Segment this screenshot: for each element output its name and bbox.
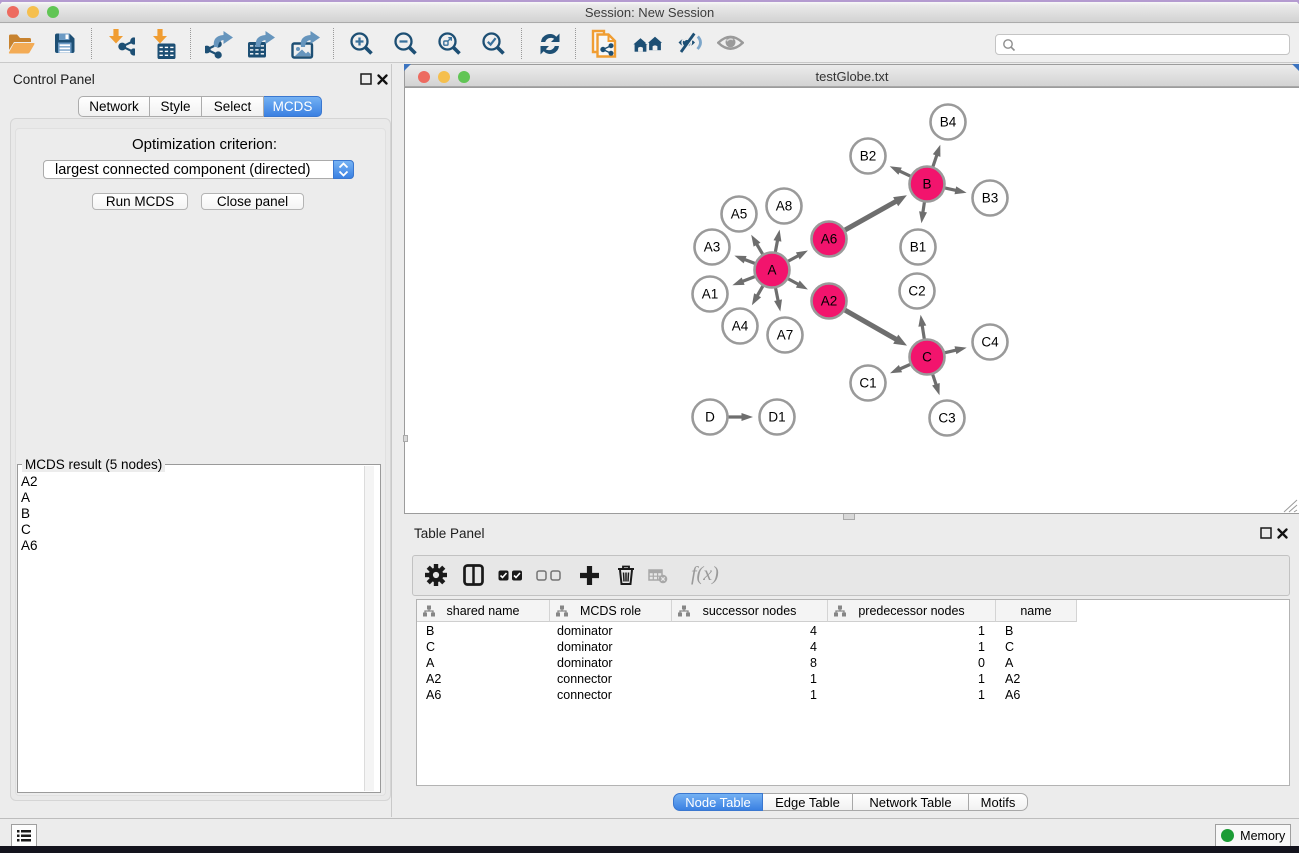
- svg-text:A7: A7: [777, 328, 794, 343]
- svg-text:C: C: [922, 350, 932, 365]
- svg-text:A8: A8: [776, 199, 793, 214]
- svg-text:A3: A3: [704, 240, 721, 255]
- svg-text:A5: A5: [731, 207, 748, 222]
- svg-text:B2: B2: [860, 149, 877, 164]
- svg-text:D1: D1: [768, 410, 785, 425]
- svg-text:A4: A4: [732, 319, 749, 334]
- svg-text:B: B: [922, 177, 931, 192]
- svg-text:B4: B4: [940, 115, 957, 130]
- svg-text:C3: C3: [938, 411, 955, 426]
- svg-text:A: A: [767, 263, 776, 278]
- svg-text:B3: B3: [982, 191, 999, 206]
- svg-text:D: D: [705, 410, 715, 425]
- svg-text:A1: A1: [702, 287, 719, 302]
- svg-text:A6: A6: [821, 232, 838, 247]
- svg-text:A2: A2: [821, 294, 838, 309]
- svg-text:C4: C4: [981, 335, 999, 350]
- svg-text:B1: B1: [910, 240, 927, 255]
- svg-text:C1: C1: [859, 376, 876, 391]
- svg-text:C2: C2: [908, 284, 925, 299]
